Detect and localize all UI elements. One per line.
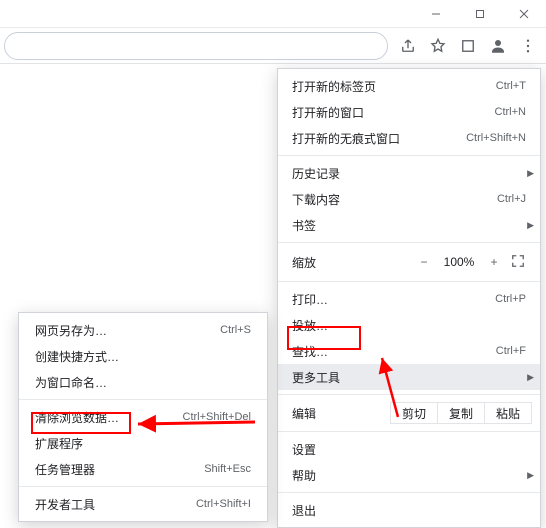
menu-shortcut: Ctrl+T	[496, 80, 526, 92]
menu-label: 扩展程序	[35, 435, 251, 452]
menu-label: 查找…	[292, 343, 496, 360]
submenu-save-as[interactable]: 网页另存为… Ctrl+S	[19, 317, 267, 343]
menu-label: 更多工具	[292, 369, 526, 386]
menu-more-tools[interactable]: 更多工具 ▶	[278, 364, 540, 390]
zoom-label: 缩放	[292, 254, 412, 271]
browser-toolbar	[0, 28, 546, 64]
menu-separator	[278, 155, 540, 156]
submenu-name-window[interactable]: 为窗口命名…	[19, 369, 267, 395]
menu-shortcut: Ctrl+P	[495, 293, 526, 305]
share-icon[interactable]	[394, 32, 422, 60]
zoom-in-button[interactable]: +	[482, 255, 506, 269]
submenu-extensions[interactable]: 扩展程序	[19, 430, 267, 456]
menu-shortcut: Ctrl+Shift+I	[196, 498, 251, 510]
submenu-clear-browsing-data[interactable]: 清除浏览数据… Ctrl+Shift+Del	[19, 404, 267, 430]
menu-label: 开发者工具	[35, 496, 196, 513]
menu-label: 投放…	[292, 317, 526, 334]
menu-new-window[interactable]: 打开新的窗口 Ctrl+N	[278, 99, 540, 125]
more-tools-submenu: 网页另存为… Ctrl+S 创建快捷方式… 为窗口命名… 清除浏览数据… Ctr…	[18, 312, 268, 522]
menu-shortcut: Ctrl+J	[497, 193, 526, 205]
minimize-button[interactable]	[414, 0, 458, 28]
menu-shortcut: Ctrl+Shift+N	[466, 132, 526, 144]
menu-label: 帮助	[292, 467, 526, 484]
menu-separator	[19, 399, 267, 400]
copy-button[interactable]: 复制	[437, 402, 485, 424]
menu-label: 打印…	[292, 291, 495, 308]
menu-label: 打开新的标签页	[292, 78, 496, 95]
menu-shortcut: Ctrl+N	[495, 106, 526, 118]
menu-shortcut: Ctrl+Shift+Del	[183, 411, 251, 423]
menu-label: 历史记录	[292, 165, 526, 182]
chevron-right-icon: ▶	[527, 470, 534, 481]
menu-label: 打开新的窗口	[292, 104, 495, 121]
submenu-task-manager[interactable]: 任务管理器 Shift+Esc	[19, 456, 267, 482]
fullscreen-icon[interactable]	[506, 254, 530, 271]
profile-icon[interactable]	[484, 32, 512, 60]
submenu-create-shortcut[interactable]: 创建快捷方式…	[19, 343, 267, 369]
close-button[interactable]	[502, 0, 546, 28]
menu-settings[interactable]: 设置	[278, 436, 540, 462]
menu-history[interactable]: 历史记录 ▶	[278, 160, 540, 186]
omnibox[interactable]	[4, 32, 388, 60]
menu-label: 书签	[292, 217, 526, 234]
menu-label: 退出	[292, 502, 526, 519]
paste-button[interactable]: 粘贴	[484, 402, 532, 424]
menu-shortcut: Shift+Esc	[204, 463, 251, 475]
menu-icon[interactable]	[514, 32, 542, 60]
menu-label: 设置	[292, 441, 526, 458]
menu-cast[interactable]: 投放…	[278, 312, 540, 338]
window-titlebar	[0, 0, 546, 28]
cut-button[interactable]: 剪切	[390, 402, 438, 424]
menu-label: 打开新的无痕式窗口	[292, 130, 466, 147]
menu-exit[interactable]: 退出	[278, 497, 540, 523]
chevron-right-icon: ▶	[527, 372, 534, 383]
menu-separator	[278, 394, 540, 395]
menu-label: 清除浏览数据…	[35, 409, 183, 426]
menu-separator	[19, 486, 267, 487]
menu-edit: 编辑 剪切 复制 粘贴	[278, 399, 540, 427]
star-icon[interactable]	[424, 32, 452, 60]
extensions-icon[interactable]	[454, 32, 482, 60]
menu-separator	[278, 281, 540, 282]
menu-new-tab[interactable]: 打开新的标签页 Ctrl+T	[278, 73, 540, 99]
menu-label: 下载内容	[292, 191, 497, 208]
main-menu: 打开新的标签页 Ctrl+T 打开新的窗口 Ctrl+N 打开新的无痕式窗口 C…	[277, 68, 541, 528]
edit-label: 编辑	[292, 405, 391, 422]
menu-label: 为窗口命名…	[35, 374, 251, 391]
zoom-percent: 100%	[436, 255, 482, 269]
menu-separator	[278, 242, 540, 243]
menu-print[interactable]: 打印… Ctrl+P	[278, 286, 540, 312]
menu-downloads[interactable]: 下载内容 Ctrl+J	[278, 186, 540, 212]
zoom-out-button[interactable]: −	[412, 255, 436, 269]
menu-label: 创建快捷方式…	[35, 348, 251, 365]
menu-label: 网页另存为…	[35, 322, 220, 339]
menu-incognito[interactable]: 打开新的无痕式窗口 Ctrl+Shift+N	[278, 125, 540, 151]
menu-help[interactable]: 帮助 ▶	[278, 462, 540, 488]
chevron-right-icon: ▶	[527, 220, 534, 231]
menu-zoom: 缩放 − 100% +	[278, 247, 540, 277]
menu-separator	[278, 492, 540, 493]
menu-bookmarks[interactable]: 书签 ▶	[278, 212, 540, 238]
menu-label: 任务管理器	[35, 461, 204, 478]
menu-separator	[278, 431, 540, 432]
menu-shortcut: Ctrl+F	[496, 345, 526, 357]
menu-find[interactable]: 查找… Ctrl+F	[278, 338, 540, 364]
menu-shortcut: Ctrl+S	[220, 324, 251, 336]
maximize-button[interactable]	[458, 0, 502, 28]
chevron-right-icon: ▶	[527, 168, 534, 179]
submenu-dev-tools[interactable]: 开发者工具 Ctrl+Shift+I	[19, 491, 267, 517]
